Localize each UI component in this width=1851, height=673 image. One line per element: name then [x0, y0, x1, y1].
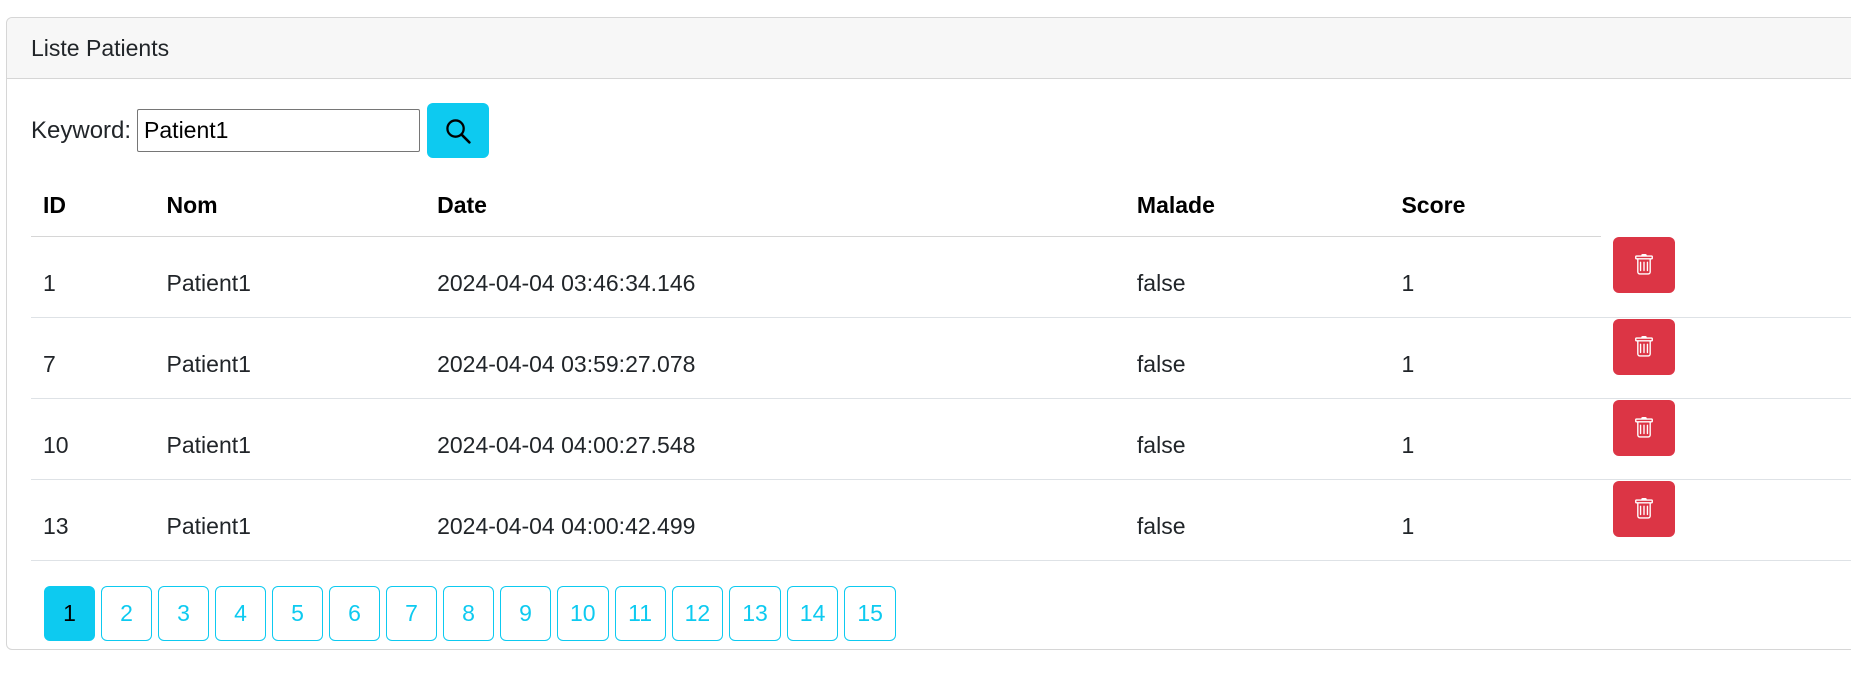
cell-id: 10 [31, 398, 155, 480]
patients-table: ID Nom Date Malade Score 1 Patient1 2024… [31, 176, 1851, 561]
delete-button[interactable] [1613, 318, 1676, 375]
page-button-5[interactable]: 5 [272, 586, 323, 641]
table-row: 10 Patient1 2024-04-04 04:00:27.548 fals… [31, 398, 1851, 480]
search-button[interactable] [427, 103, 490, 158]
cell-score: 1 [1389, 398, 1602, 480]
cell-score: 1 [1389, 236, 1602, 318]
cell-nom: Patient1 [154, 317, 426, 399]
trash-icon [1635, 254, 1654, 275]
delete-button[interactable] [1613, 237, 1676, 294]
pagination: 1 2 3 4 5 6 7 8 9 10 11 12 13 14 15 [44, 586, 896, 641]
cell-malade: false [1124, 236, 1390, 318]
cell-nom: Patient1 [154, 479, 426, 561]
header-malade: Malade [1124, 176, 1390, 237]
card-header: Liste Patients [7, 18, 1851, 79]
delete-button[interactable] [1613, 480, 1676, 537]
page-button-1[interactable]: 1 [44, 586, 95, 641]
header-nom: Nom [154, 176, 426, 237]
table-row: 1 Patient1 2024-04-04 03:46:34.146 false… [31, 236, 1851, 318]
cell-id: 1 [31, 236, 155, 318]
cell-action [1601, 236, 1851, 318]
keyword-input[interactable] [137, 109, 421, 152]
patients-card: Liste Patients Keyword: ID Nom Date Mala… [6, 17, 1851, 650]
cell-date: 2024-04-04 03:59:27.078 [425, 317, 1125, 399]
cell-score: 1 [1389, 317, 1602, 399]
cell-nom: Patient1 [154, 236, 426, 318]
page-button-3[interactable]: 3 [158, 586, 209, 641]
table-row: 7 Patient1 2024-04-04 03:59:27.078 false… [31, 317, 1851, 399]
cell-id: 13 [31, 479, 155, 561]
cell-date: 2024-04-04 04:00:42.499 [425, 479, 1125, 561]
header-action [1601, 176, 1851, 236]
page-button-10[interactable]: 10 [557, 586, 609, 641]
cell-malade: false [1124, 479, 1390, 561]
cell-score: 1 [1389, 479, 1602, 561]
keyword-label: Keyword: [31, 116, 132, 144]
page-button-11[interactable]: 11 [614, 586, 666, 641]
page-button-9[interactable]: 9 [500, 586, 551, 641]
header-id: ID [31, 176, 155, 237]
cell-date: 2024-04-04 03:46:34.146 [425, 236, 1125, 318]
trash-icon [1635, 335, 1654, 357]
cell-action [1601, 479, 1851, 561]
header-date: Date [425, 176, 1125, 237]
page-button-4[interactable]: 4 [215, 586, 266, 641]
cell-nom: Patient1 [154, 398, 426, 480]
page-button-2[interactable]: 2 [101, 586, 152, 641]
table-row: 13 Patient1 2024-04-04 04:00:42.499 fals… [31, 479, 1851, 561]
page-button-15[interactable]: 15 [844, 586, 896, 641]
page-button-7[interactable]: 7 [386, 586, 437, 641]
cell-malade: false [1124, 317, 1390, 399]
trash-icon [1635, 416, 1654, 438]
search-form: Keyword: [31, 103, 490, 158]
page-button-13[interactable]: 13 [729, 586, 781, 641]
page-button-12[interactable]: 12 [671, 586, 724, 641]
cell-malade: false [1124, 398, 1390, 480]
table-header-row: ID Nom Date Malade Score [31, 176, 1851, 237]
cell-id: 7 [31, 317, 155, 399]
delete-button[interactable] [1613, 399, 1676, 456]
header-score: Score [1389, 176, 1602, 237]
search-icon [446, 118, 471, 144]
cell-action [1601, 317, 1851, 399]
cell-action [1601, 398, 1851, 480]
page-button-8[interactable]: 8 [443, 586, 494, 641]
card-title: Liste Patients [31, 34, 170, 61]
cell-date: 2024-04-04 04:00:27.548 [425, 398, 1125, 480]
page-button-6[interactable]: 6 [329, 586, 380, 641]
trash-icon [1635, 497, 1654, 519]
page-button-14[interactable]: 14 [786, 586, 839, 641]
